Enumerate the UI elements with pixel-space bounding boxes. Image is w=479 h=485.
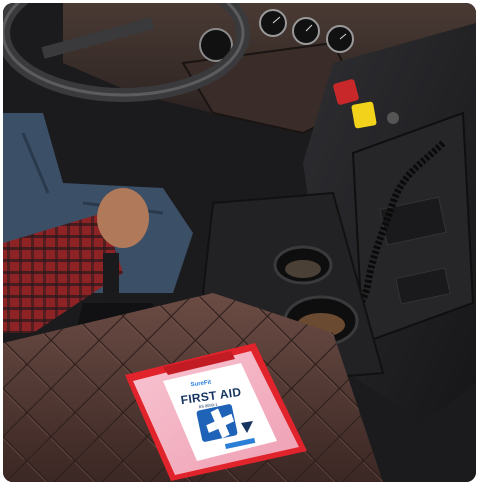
truck-cab-photo <box>3 3 476 482</box>
photo-frame: SureFit FIRST AID BS 8599-1 <box>3 3 476 482</box>
driver-hand <box>97 188 149 248</box>
